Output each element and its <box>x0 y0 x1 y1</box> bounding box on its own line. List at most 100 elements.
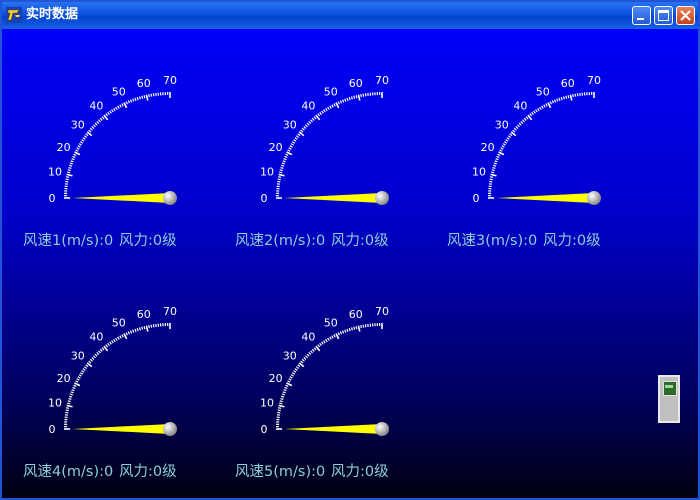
minor-tick <box>70 391 74 394</box>
minor-tick <box>325 107 328 112</box>
minor-tick <box>520 120 524 124</box>
tick-label: 70 <box>375 74 389 87</box>
minor-tick <box>294 137 298 140</box>
minor-tick <box>94 353 98 357</box>
minor-tick <box>79 141 84 144</box>
minor-tick <box>79 372 84 375</box>
minor-tick <box>279 171 283 174</box>
minor-tick <box>499 149 503 152</box>
minor-tick <box>125 101 128 105</box>
gauge-needle <box>72 424 170 434</box>
minor-tick <box>303 357 307 360</box>
minor-tick <box>497 153 501 156</box>
minor-tick <box>344 98 347 102</box>
minor-tick <box>288 378 292 381</box>
gauge-dial: 0102030405060 70 <box>48 305 177 436</box>
gauge-hub <box>587 191 601 205</box>
minor-tick <box>278 407 282 409</box>
minor-tick <box>67 169 71 172</box>
minor-tick <box>293 139 297 142</box>
minor-tick <box>115 106 118 110</box>
minor-tick <box>85 364 89 368</box>
gauge-needle <box>72 193 170 203</box>
major-tick <box>278 404 285 408</box>
minor-tick <box>489 178 493 181</box>
minor-tick <box>107 342 110 347</box>
minor-tick <box>551 100 555 104</box>
minor-tick <box>65 178 69 181</box>
minor-tick <box>99 348 103 352</box>
minor-tick <box>284 155 288 159</box>
tick-label: 70 <box>375 305 389 318</box>
minor-tick <box>284 386 288 390</box>
gauge-needle <box>284 193 382 203</box>
minor-tick <box>304 124 308 128</box>
minor-tick <box>558 97 561 101</box>
minor-tick <box>535 109 538 113</box>
minimize-button[interactable] <box>632 6 651 25</box>
wind-force-label: 风力:0级 <box>331 233 389 249</box>
tick-label: 20 <box>269 372 283 385</box>
wind-force-label: 风力:0级 <box>119 464 177 480</box>
minor-tick <box>323 340 326 344</box>
minor-tick <box>282 391 286 394</box>
minor-tick <box>291 372 296 375</box>
minor-tick <box>500 147 504 150</box>
tick-label: 40 <box>513 100 527 113</box>
minor-tick <box>138 327 141 331</box>
minor-tick <box>337 332 340 336</box>
maximize-button[interactable] <box>654 6 673 25</box>
tick-label: 30 <box>283 118 297 131</box>
minor-tick <box>290 143 294 146</box>
minor-tick <box>75 380 79 383</box>
tick-label: 50 <box>324 317 338 330</box>
tick-label: 30 <box>71 349 85 362</box>
minor-tick <box>82 368 86 371</box>
minor-tick <box>344 329 347 333</box>
minor-tick <box>72 155 76 159</box>
gauge-dial: 0102030405060 70 <box>472 74 601 205</box>
minor-tick <box>281 393 285 396</box>
minor-tick <box>283 388 287 392</box>
minor-tick <box>355 95 358 99</box>
tick-label: 60 <box>349 308 363 321</box>
minor-tick <box>549 101 552 105</box>
gauge-hub <box>375 191 389 205</box>
minor-tick <box>501 145 505 148</box>
minor-tick <box>283 157 287 161</box>
minor-tick <box>143 326 146 330</box>
minor-tick <box>353 95 356 99</box>
minor-tick <box>280 397 284 400</box>
minor-tick <box>293 370 297 373</box>
scroll-control[interactable] <box>658 375 680 423</box>
minor-tick <box>91 357 95 360</box>
minor-tick <box>288 147 292 150</box>
tick-label: 0 <box>473 192 480 205</box>
scroll-thumb[interactable] <box>663 381 677 396</box>
minor-tick <box>306 353 310 357</box>
minor-tick <box>506 137 510 140</box>
minor-tick <box>323 109 326 113</box>
window-title: 实时数据 <box>26 7 79 22</box>
tick-label: 40 <box>89 100 103 113</box>
wind-speed-label: 风速2(m/s):0 <box>235 233 326 249</box>
minor-tick <box>81 139 85 142</box>
title-bar[interactable]: 实时数据 <box>2 2 698 29</box>
minor-tick <box>113 107 116 112</box>
minor-tick <box>360 94 362 98</box>
minor-tick <box>71 388 75 392</box>
wind-gauge-3: 0 10 20 30 40 50 60 70 风速3(m/s):0 风力:0级 <box>439 65 639 255</box>
minor-tick <box>306 122 310 126</box>
minor-tick <box>287 149 291 152</box>
minor-tick <box>101 347 105 351</box>
tick-label: 0 <box>49 192 56 205</box>
close-button[interactable] <box>676 6 695 25</box>
minor-tick <box>503 141 508 144</box>
major-tick <box>569 94 573 101</box>
minor-tick <box>71 157 75 161</box>
tick-label: 20 <box>481 141 495 154</box>
maximize-icon <box>658 10 669 21</box>
minor-tick <box>77 376 81 379</box>
minor-tick <box>83 366 88 369</box>
minor-tick <box>113 338 116 343</box>
